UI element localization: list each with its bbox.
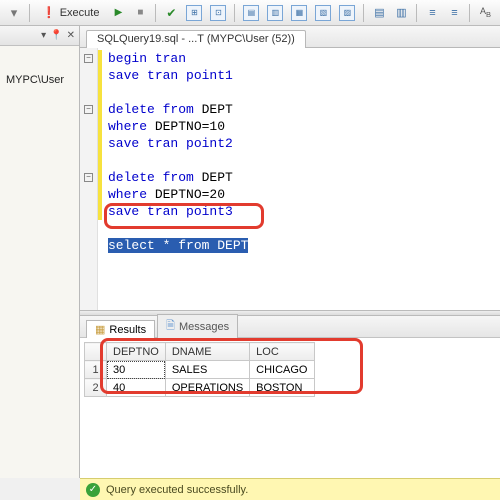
sidebar-header: ▾ 📍 ✕ (0, 26, 79, 46)
sql-icon: ▤ (243, 5, 259, 21)
status-bar: ✓ Query executed successfully. (80, 478, 500, 500)
execute-label: Execute (60, 7, 100, 19)
tool-button-6[interactable]: ▧ (312, 3, 334, 23)
dropdown-icon[interactable]: ▾ (41, 30, 46, 41)
tool-button-5[interactable]: ▦ (288, 3, 310, 23)
fold-toggle[interactable]: − (84, 54, 93, 63)
dropdown-button[interactable]: ▾ (4, 3, 24, 23)
sql-icon: ▧ (315, 5, 331, 21)
fold-toggle[interactable]: − (84, 105, 93, 114)
code-editor[interactable]: − − − begin tran save tran point1 delete… (80, 48, 500, 310)
code-content[interactable]: begin tran save tran point1 delete from … (98, 48, 248, 310)
col-header[interactable]: LOC (250, 343, 314, 361)
editor-tab[interactable]: SQLQuery19.sql - ...T (MYPC\User (52)) (86, 30, 306, 48)
results-grid-container: DEPTNO DNAME LOC 1 30 SALES CHICAGO 2 40… (80, 338, 500, 478)
main-toolbar: ▾ ❗ Execute ▶ ■ ✔ ⊞ ⊡ ▤ ▥ ▦ ▧ ▨ ▤ ▥ ≡ ≡ … (0, 0, 500, 26)
fold-toggle[interactable]: − (84, 173, 93, 182)
font-button[interactable]: AB (475, 3, 495, 23)
tool-button-1[interactable]: ⊞ (183, 3, 205, 23)
check-icon: ✔ (166, 6, 176, 20)
run-button[interactable]: ▶ (108, 3, 128, 23)
sql-icon: ⊞ (186, 5, 202, 21)
editor-tabbar: SQLQuery19.sql - ...T (MYPC\User (52)) (80, 26, 500, 48)
toolbar-separator (363, 4, 364, 22)
exclaim-icon: ❗ (42, 6, 56, 19)
row-number: 1 (85, 361, 107, 379)
outdent-button[interactable]: ≡ (444, 3, 464, 23)
pin-icon[interactable]: 📍 (50, 30, 62, 41)
col-header[interactable]: DNAME (165, 343, 249, 361)
toolbar-separator (29, 4, 30, 22)
main-area: ▾ 📍 ✕ MYPC\User SQLQuery19.sql - ...T (M… (0, 26, 500, 478)
results-tabbar: ▦ Results 🗎 Messages (80, 316, 500, 338)
parse-button[interactable]: ✔ (161, 3, 181, 23)
tree-node[interactable]: MYPC\User (0, 70, 79, 90)
results-grid[interactable]: DEPTNO DNAME LOC 1 30 SALES CHICAGO 2 40… (84, 342, 315, 397)
tool-button-4[interactable]: ▥ (264, 3, 286, 23)
editor-area: SQLQuery19.sql - ...T (MYPC\User (52)) −… (80, 26, 500, 478)
col-header[interactable]: DEPTNO (107, 343, 166, 361)
cell[interactable]: 40 (107, 379, 166, 397)
success-icon: ✓ (86, 483, 100, 497)
row-number: 2 (85, 379, 107, 397)
play-icon: ▶ (115, 7, 123, 18)
indent-button[interactable]: ≡ (422, 3, 442, 23)
cell[interactable]: BOSTON (250, 379, 314, 397)
table-row[interactable]: 1 30 SALES CHICAGO (85, 361, 315, 379)
tool-button-2[interactable]: ⊡ (207, 3, 229, 23)
messages-tab[interactable]: 🗎 Messages (157, 314, 238, 338)
stop-button[interactable]: ■ (130, 3, 150, 23)
results-pane: ▦ Results 🗎 Messages DEPTNO DNAME LOC (80, 316, 500, 478)
object-explorer: ▾ 📍 ✕ MYPC\User (0, 26, 80, 478)
tool-button-7[interactable]: ▨ (336, 3, 358, 23)
uncomment-button[interactable]: ▥ (391, 3, 411, 23)
cell[interactable]: OPERATIONS (165, 379, 249, 397)
toolbar-separator (416, 4, 417, 22)
tab-label: Results (109, 324, 146, 336)
header-row: DEPTNO DNAME LOC (85, 343, 315, 361)
sql-icon: ▦ (291, 5, 307, 21)
cell[interactable]: CHICAGO (250, 361, 314, 379)
sql-icon: ⊡ (210, 5, 226, 21)
messages-icon: 🗎 (166, 317, 175, 336)
fold-gutter: − − − (80, 48, 98, 310)
close-icon[interactable]: ✕ (67, 30, 75, 41)
selected-text: select * from DEPT (108, 238, 248, 253)
stop-icon: ■ (137, 7, 143, 18)
execute-button[interactable]: ❗ Execute (35, 3, 106, 23)
toolbar-separator (469, 4, 470, 22)
tab-label: Messages (179, 321, 229, 333)
results-tab[interactable]: ▦ Results (86, 320, 155, 338)
toolbar-separator (155, 4, 156, 22)
status-text: Query executed successfully. (106, 484, 248, 496)
toolbar-separator (234, 4, 235, 22)
comment-button[interactable]: ▤ (369, 3, 389, 23)
change-marker (98, 50, 102, 220)
sql-icon: ▨ (339, 5, 355, 21)
table-row[interactable]: 2 40 OPERATIONS BOSTON (85, 379, 315, 397)
sql-icon: ▥ (267, 5, 283, 21)
row-header-corner (85, 343, 107, 361)
cell[interactable]: 30 (107, 361, 166, 379)
tool-button-3[interactable]: ▤ (240, 3, 262, 23)
cell[interactable]: SALES (165, 361, 249, 379)
grid-icon: ▦ (95, 323, 105, 336)
